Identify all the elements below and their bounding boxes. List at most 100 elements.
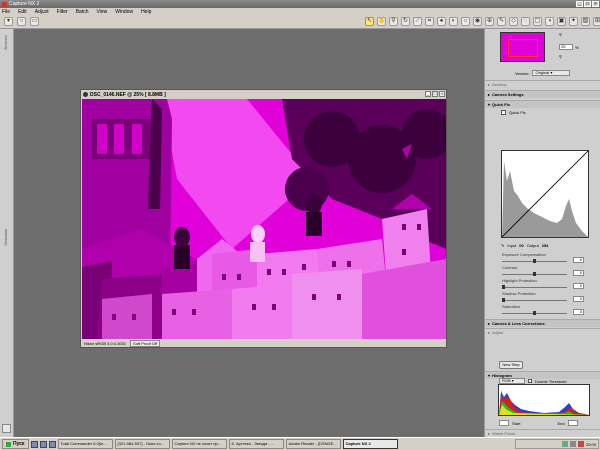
close-button[interactable]: × [592, 1, 599, 7]
saturation-value[interactable]: 0 [573, 309, 584, 315]
maximize-button[interactable]: □ [584, 1, 591, 7]
menu-file[interactable]: File [2, 9, 10, 15]
fill-tool-icon[interactable]: ▣ [557, 17, 566, 26]
metadata-tab[interactable]: Metadata [3, 229, 8, 246]
white-control-point-icon[interactable]: ○ [461, 17, 470, 26]
shadow-value[interactable]: 0 [573, 296, 584, 302]
camera-settings-section[interactable]: ▸ Camera Settings [485, 90, 600, 98]
watch-points-section[interactable]: ▸ Watch Points [485, 429, 600, 437]
crop-tool-icon[interactable]: ⌗ [425, 17, 434, 26]
tray-antivirus-icon[interactable] [577, 441, 584, 447]
rotate-tool-icon[interactable]: ↻ [401, 17, 410, 26]
eyedropper-icon[interactable]: ✎ [501, 243, 504, 248]
quicklaunch-desktop-icon[interactable] [30, 440, 38, 448]
task-chat-window[interactable]: [321-984-507] - Окно со... [114, 439, 170, 449]
image-maximize-button[interactable]: □ [432, 91, 438, 97]
end-value[interactable] [567, 420, 578, 426]
image-close-button[interactable]: × [439, 91, 445, 97]
exposure-value[interactable]: 0 [573, 257, 584, 263]
grid-icon[interactable]: ⊞ [593, 17, 600, 26]
version-dropdown[interactable]: Original ▾ [532, 70, 571, 76]
start-button[interactable]: Пуск [2, 439, 29, 449]
circle-icon[interactable]: ○ [17, 17, 26, 26]
taskbar: Пуск Total Commander 6.0(ln... [321-984-… [0, 437, 600, 450]
eraser-tool-icon[interactable]: ▨ [581, 17, 590, 26]
neutral-control-point-icon[interactable]: ◐ [449, 17, 458, 26]
zoom-value[interactable]: 25 [559, 44, 573, 50]
task-music-player[interactable]: 6. Арттека - Звезда - ... [228, 439, 284, 449]
image-window-title: DSC_0146.NEF @ 25% [ 8.8MB ] [90, 91, 166, 98]
highlight-value[interactable]: 0 [573, 283, 584, 289]
develop-section[interactable]: ▸ Develop [485, 80, 600, 88]
browser-toggle-icon[interactable]: ▾ [4, 17, 13, 26]
adjust-label: Adjust [492, 330, 504, 335]
menu-filter[interactable]: Filter [57, 9, 68, 15]
hand-tool-icon[interactable]: ✋ [377, 17, 386, 26]
exposure-slider[interactable] [502, 259, 567, 263]
curve-histogram [501, 150, 589, 238]
double-threshold-checkbox[interactable] [528, 379, 532, 383]
tray-volume-icon[interactable] [569, 441, 576, 447]
app-title: Capture NX 2 [9, 1, 40, 7]
saturation-slider[interactable] [502, 311, 567, 315]
collapse-arrow-icon: ▾ [488, 373, 491, 378]
camera-lens-section[interactable]: ▸ Camera & Lens Corrections [485, 319, 600, 327]
adjust-section[interactable]: ▸ Adjust [485, 328, 600, 336]
panel-settings-icon[interactable] [2, 424, 11, 433]
shadow-slider[interactable] [502, 298, 567, 302]
contrast-value[interactable]: 0 [573, 270, 584, 276]
highlight-slider[interactable] [502, 285, 567, 289]
contrast-slider[interactable] [502, 272, 567, 276]
menu-batch[interactable]: Batch [76, 9, 89, 15]
selection-brush-icon[interactable]: ◇ [509, 17, 518, 26]
soft-proof-toggle[interactable]: Soft Proof Off [130, 339, 161, 347]
right-tool-panel: ⚲ 25 % ⚲ Version: Original ▾ ▸ Develop ▸ C… [484, 29, 600, 437]
photo-canvas[interactable] [82, 99, 446, 341]
menu-edit[interactable]: Edit [18, 9, 27, 15]
quicklaunch-ie-icon[interactable] [39, 440, 47, 448]
zoom-in-icon[interactable]: ⚲ [559, 32, 562, 37]
watch-points-label: Watch Points [492, 431, 516, 436]
menu-adjust[interactable]: Adjust [35, 9, 49, 15]
zoom-unit: % [575, 45, 579, 50]
menu-help[interactable]: Help [141, 9, 151, 15]
image-minimize-button[interactable]: _ [425, 91, 431, 97]
save-icon[interactable]: ▭ [30, 17, 39, 26]
red-eye-tool-icon[interactable]: ◉ [473, 17, 482, 26]
shadow-label: Shadow Protection [502, 291, 536, 296]
menu-view[interactable]: View [97, 9, 108, 15]
zoom-tool-icon[interactable]: ⚲ [389, 17, 398, 26]
quick-fix-section[interactable]: ▾ Quick Fix [485, 100, 600, 108]
app-icon [2, 1, 7, 7]
lasso-tool-icon[interactable]: ◌ [521, 17, 530, 26]
direct-select-tool-icon[interactable]: ↖ [365, 17, 374, 26]
gradient-tool-icon[interactable]: ◑ [545, 17, 554, 26]
menu-window[interactable]: Window [115, 9, 133, 15]
browser-tab[interactable]: Browser [3, 35, 8, 50]
color-control-point-icon[interactable]: ⊕ [485, 17, 494, 26]
app-title-bar: Capture NX 2 _ □ × [0, 0, 600, 8]
black-control-point-icon[interactable]: ● [437, 17, 446, 26]
quick-fix-checkbox[interactable] [501, 110, 506, 115]
output-label: Output [526, 243, 539, 248]
quicklaunch-explorer-icon[interactable] [48, 440, 56, 448]
navigator-thumbnail[interactable] [500, 32, 545, 62]
menu-bar: File Edit Adjust Filter Batch View Windo… [0, 8, 600, 15]
start-value[interactable] [499, 420, 509, 426]
marquee-tool-icon[interactable]: ▢ [533, 17, 542, 26]
task-total-commander[interactable]: Total Commander 6.0(ln... [57, 439, 113, 449]
zoom-out-icon[interactable]: ⚲ [559, 54, 562, 59]
auto-retouch-brush-icon[interactable]: ✎ [497, 17, 506, 26]
straighten-tool-icon[interactable]: ⟋ [413, 17, 422, 26]
expand-arrow-icon: ▸ [488, 92, 491, 97]
minimize-button[interactable]: _ [576, 1, 583, 7]
task-forum-page[interactable]: Capture NX не хочет пр... [171, 439, 227, 449]
levels-curves-graph[interactable] [501, 150, 589, 238]
image-window-title-bar[interactable]: DSC_0146.NEF @ 25% [ 8.8MB ] [81, 90, 446, 99]
task-adobe-reader[interactable]: Adobe Reader - [DSNGE... [285, 439, 341, 449]
new-step-button[interactable]: New Step [499, 361, 523, 369]
image-window[interactable]: DSC_0146.NEF @ 25% [ 8.8MB ] _ □ × Nikon… [80, 89, 447, 348]
task-capture-nx2[interactable]: Capture NX 2 [342, 439, 398, 449]
tray-network-icon[interactable] [561, 441, 568, 447]
selection-control-point-icon[interactable]: ✦ [569, 17, 578, 26]
